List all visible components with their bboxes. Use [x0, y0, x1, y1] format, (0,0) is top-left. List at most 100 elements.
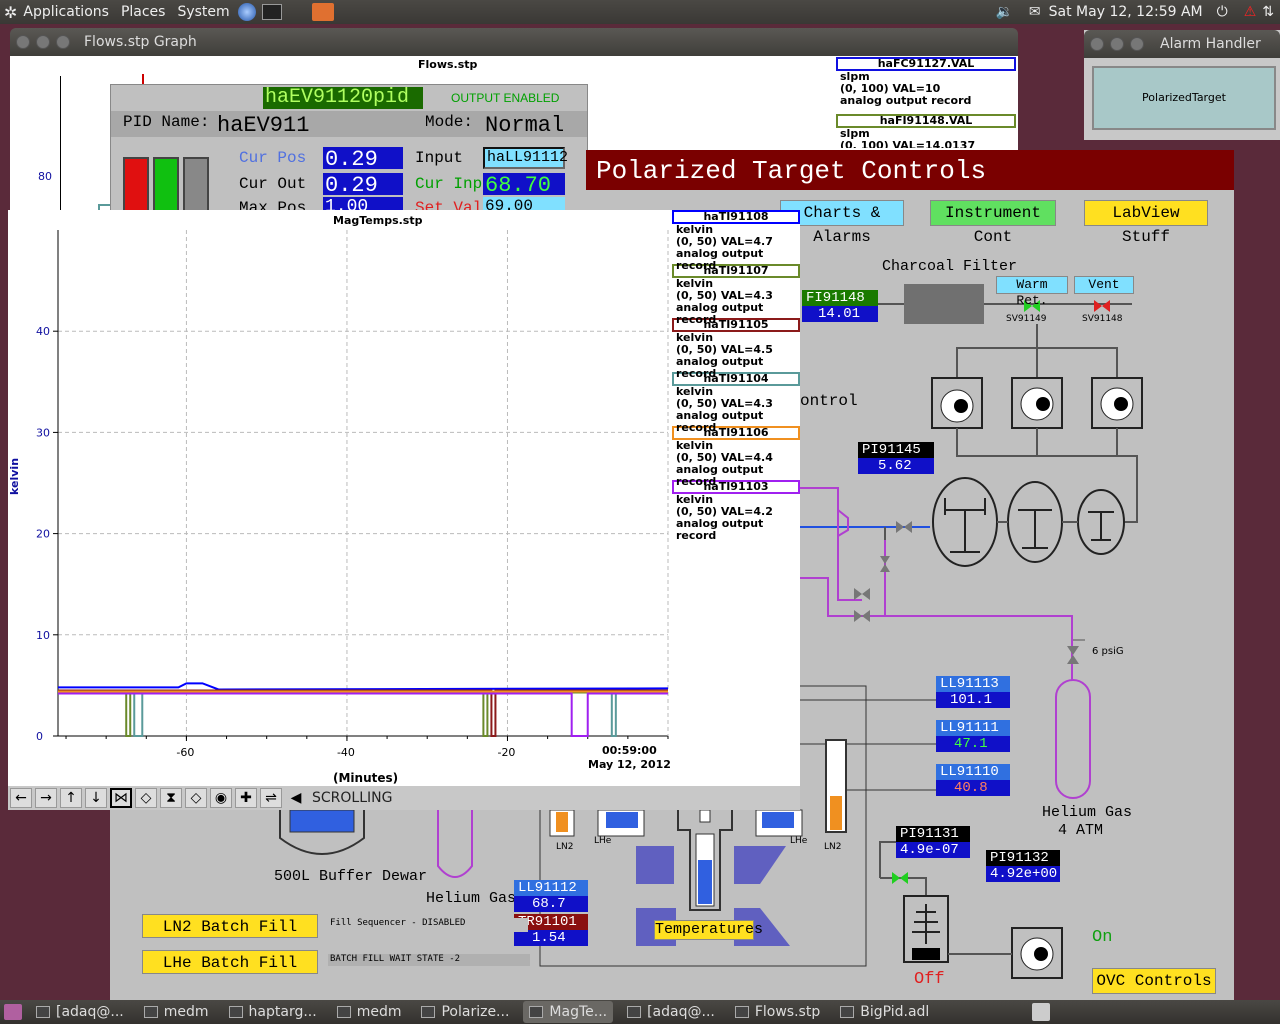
pi91145-value: 5.62 [858, 458, 934, 474]
show-desktop-icon[interactable] [4, 1004, 22, 1020]
sv91149-label: SV91149 [1006, 314, 1047, 324]
ovc-valve[interactable] [892, 872, 900, 884]
series-line-haTI91104 [58, 690, 668, 737]
taskbar-item[interactable]: Polarize... [415, 1001, 515, 1023]
x-tick-label: -60 [176, 746, 194, 759]
reset-icon[interactable]: ⇌ [260, 788, 282, 808]
pi91132-value: 4.92e+00 [986, 866, 1060, 882]
legend-series-name: haTI91108 [672, 210, 800, 224]
window-icon [421, 1006, 436, 1018]
on-status: On [1092, 928, 1113, 947]
ll91113-value: 101.1 [936, 692, 1010, 708]
fi91148-label: FI91148 [802, 290, 878, 306]
y-tick-label: 40 [36, 325, 50, 338]
series-line-haTI91105 [58, 689, 668, 737]
chart-title: MagTemps.stp [333, 214, 423, 227]
pump-3 [1091, 377, 1143, 429]
taskbar-item[interactable]: MagTe... [523, 1001, 614, 1023]
scroll-right-icon[interactable]: → [35, 788, 57, 808]
magtemps-legend-entry[interactable]: haTI91104 kelvin (0, 50) VAL=4.3 analog out… [672, 372, 800, 434]
taskbar-item[interactable]: BigPid.adl [834, 1001, 935, 1023]
zoom-out-x-icon[interactable]: ◇ [135, 788, 157, 808]
x-end-time-label: 00:59:00 [602, 744, 657, 757]
roots-pump-1 [932, 477, 998, 567]
window-icon [143, 1006, 158, 1018]
scroll-left-icon[interactable]: ← [10, 788, 32, 808]
taskbar-item-label: [adaq@... [647, 1004, 715, 1020]
ln2-batch-fill-button[interactable]: LN2 Batch Fill [142, 914, 318, 938]
helium-gas-left-label: Helium Gas [426, 890, 517, 907]
y-tick-label: 10 [36, 629, 50, 642]
window-icon [840, 1006, 855, 1018]
sv91148-valve[interactable] [1094, 300, 1102, 312]
taskbar: [adaq@... medm haptarg... medm Polarize... Ma… [0, 1000, 1280, 1024]
taskbar-item-label: haptarg... [248, 1004, 317, 1020]
magtemps-toolbar: ← → ↑ ↓ ⋈ ◇ ⧗ ◇ ◉ ✚ ⇌ ◀ SCROLLING [8, 786, 800, 810]
magtemps-legend-entry[interactable]: haTI91105 kelvin (0, 50) VAL=4.5 analog out… [672, 318, 800, 380]
off-status: Off [914, 970, 945, 989]
pi91132-label: PI91132 [986, 850, 1060, 866]
ovc-rough-pump [1011, 927, 1063, 979]
y-axis-label: kelvin [8, 458, 21, 495]
lhe-batch-fill-button[interactable]: LHe Batch Fill [142, 950, 318, 974]
taskbar-item[interactable]: [adaq@... [621, 1001, 721, 1023]
task-list: [adaq@... medm haptarg... medm Polarize... Ma… [30, 1001, 943, 1023]
lhe-label-a: LHe [594, 836, 612, 846]
magtemps-legend-entry[interactable]: haTI91106 kelvin (0, 50) VAL=4.4 analog out… [672, 426, 800, 488]
roots-pump-3 [1077, 489, 1125, 555]
scroll-up-icon[interactable]: ↑ [60, 788, 82, 808]
lhe-label-b: LHe [790, 836, 808, 846]
taskbar-item[interactable]: medm [331, 1001, 408, 1023]
zoom-out-y-icon[interactable]: ◇ [185, 788, 207, 808]
warm-ret-button[interactable]: Warm Ret. [996, 276, 1068, 308]
taskbar-item-label: medm [356, 1004, 402, 1020]
trash-icon[interactable] [1032, 1003, 1050, 1021]
psig-label: 6 psiG [1092, 646, 1124, 657]
taskbar-item[interactable]: haptarg... [223, 1001, 323, 1023]
series-line-haTI91108 [58, 682, 669, 691]
window-icon [228, 1006, 243, 1018]
series-line-haTI91103 [58, 692, 668, 737]
magtemps-window: MagTemps.stp 0 10 20 30 40 -60 -40 -20 kelvin (Min… [8, 210, 800, 810]
pi91131-label: PI91131 [896, 826, 970, 842]
ovc-controls-button[interactable]: OVC Controls [1092, 968, 1216, 994]
window-icon [627, 1006, 642, 1018]
ln2-label-b: LN2 [824, 842, 842, 852]
center-icon[interactable]: ✚ [235, 788, 257, 808]
scroll-down-icon[interactable]: ↓ [85, 788, 107, 808]
ll91110-label: LL91110 [936, 764, 1010, 780]
magtemps-legend-entry[interactable]: haTI91107 kelvin (0, 50) VAL=4.3 analog out… [672, 264, 800, 326]
temperatures-button[interactable]: Temperatures [654, 920, 763, 940]
ll91112-label: LL91112 [514, 880, 588, 896]
zoom-in-x-icon[interactable]: ⋈ [110, 788, 132, 808]
scroll-mode-icon[interactable]: ◀ [285, 788, 307, 808]
taskbar-item[interactable]: medm [138, 1001, 215, 1023]
zoom-in-y-icon[interactable]: ⧗ [160, 788, 182, 808]
scrolling-label: SCROLLING [312, 790, 393, 806]
vent-button[interactable]: Vent [1074, 276, 1134, 294]
magtemps-legend-entry[interactable]: haTI91108 kelvin (0, 50) VAL=4.7 analog out… [672, 210, 800, 272]
control-text: ontrol [800, 392, 858, 410]
taskbar-item-label: Polarize... [441, 1004, 510, 1020]
buffer-dewar-label: 500L Buffer Dewar [274, 868, 428, 885]
helium-gas-tank [1055, 679, 1091, 799]
magtemps-legend-entry[interactable]: haTI91103 kelvin (0, 50) VAL=4.2 analog out… [672, 480, 800, 542]
sv91148-label: SV91148 [1082, 314, 1123, 324]
taskbar-item-label: BigPid.adl [860, 1004, 930, 1020]
auto-scale-icon[interactable]: ◉ [210, 788, 232, 808]
series-line-haTI91107 [58, 691, 668, 737]
window-icon [336, 1006, 351, 1018]
taskbar-item-label: Flows.stp [754, 1004, 821, 1020]
window-icon [36, 1006, 50, 1018]
tr91101-value: 1.54 [514, 930, 588, 946]
x-tick-label: -40 [337, 746, 355, 759]
pi91131-value: 4.9e-07 [896, 842, 970, 858]
window-icon [734, 1006, 749, 1018]
ll91111-value: 47.1 [936, 736, 1010, 752]
x-date-label: May 12, 2012 [588, 758, 671, 771]
charcoal-filter-label: Charcoal Filter [882, 258, 1018, 275]
taskbar-item[interactable]: [adaq@... [30, 1001, 130, 1023]
y-tick-label: 30 [36, 426, 50, 439]
taskbar-item[interactable]: Flows.stp [729, 1001, 826, 1023]
valve-blue-line[interactable] [896, 521, 904, 533]
